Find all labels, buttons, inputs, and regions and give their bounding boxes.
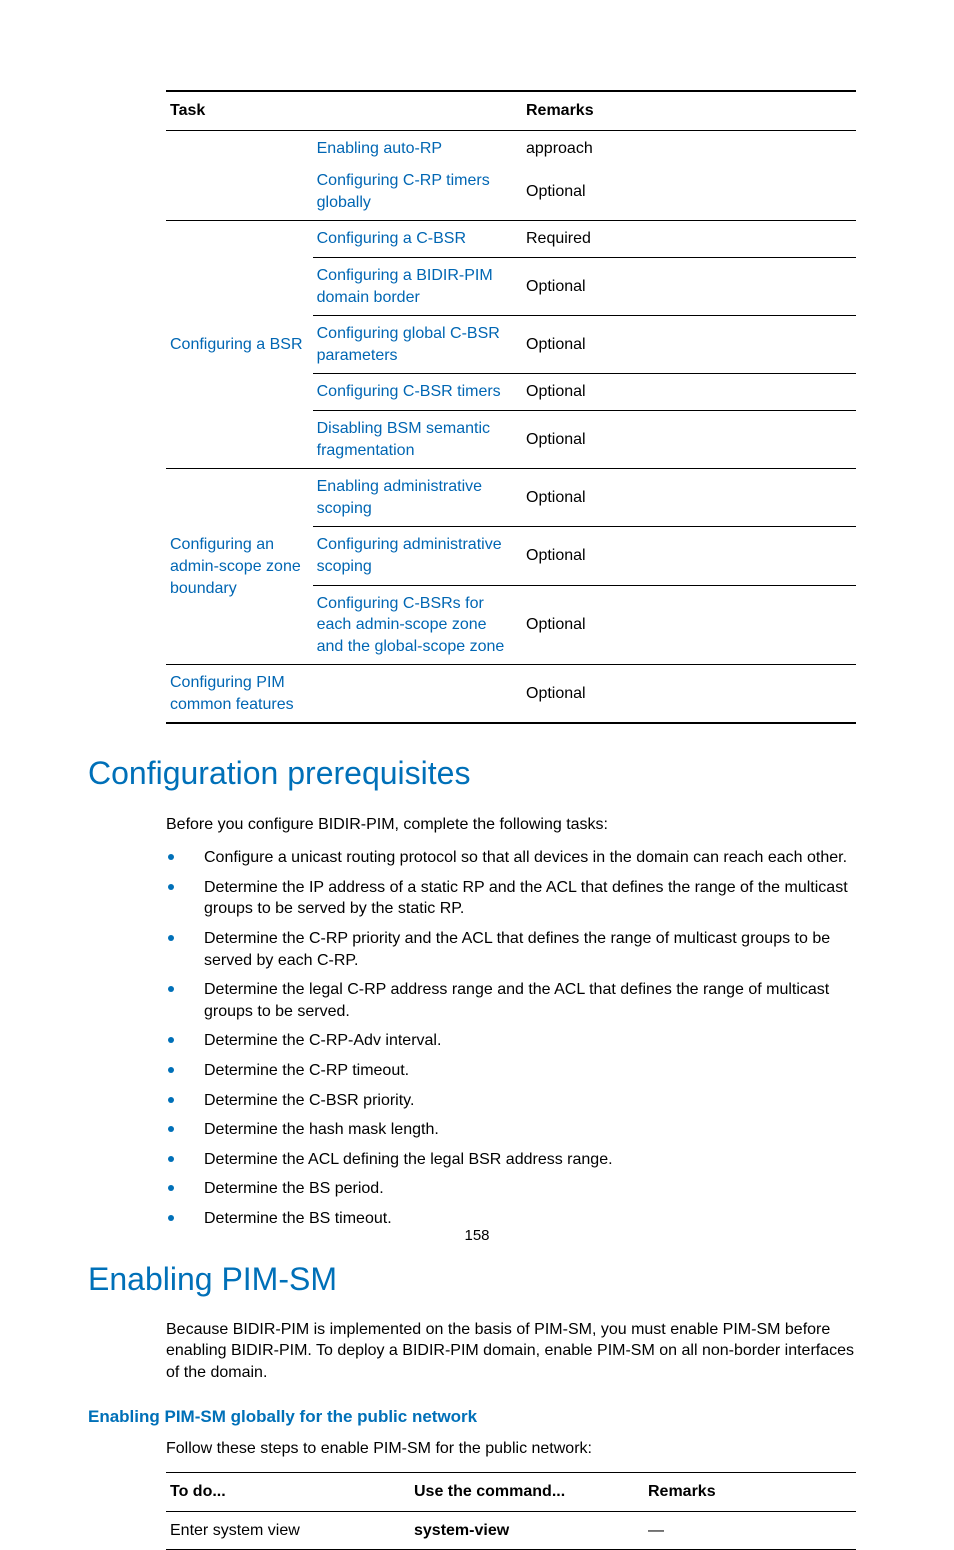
doc-link[interactable]: Configuring PIM common features [170,674,294,713]
table-cell [313,665,522,724]
doc-link[interactable]: Configuring C-RP timers globally [317,172,490,211]
table-cell [166,163,313,221]
list-item: Determine the IP address of a static RP … [166,877,866,920]
page-number: 158 [0,1226,954,1246]
table-cell[interactable]: Configuring C-BSRs for each admin-scope … [313,585,522,665]
doc-link[interactable]: Configuring an admin-scope zone boundary [170,536,301,596]
list-item: Determine the legal C-RP address range a… [166,979,866,1022]
header-command: Use the command... [410,1473,644,1512]
doc-link[interactable]: Configuring C-BSRs for each admin-scope … [317,595,505,655]
table-row: Configuring C-RP timers globally Optional [166,163,856,221]
doc-link[interactable]: Configuring a C-BSR [317,230,466,247]
command-table: To do... Use the command... Remarks Ente… [166,1472,856,1550]
table-row: Configuring a BSRConfiguring a C-BSRRequ… [166,221,856,258]
table-cell: Optional [522,316,856,374]
table-cell: Optional [522,257,856,315]
table-cell: — [644,1511,856,1550]
table-cell[interactable]: Configuring administrative scoping [313,527,522,585]
task-remarks-table: Task Remarks Enabling auto-RPapproachCon… [166,90,856,724]
table-row: Enabling auto-RP approach [166,130,856,163]
table-cell[interactable]: Configuring a BIDIR-PIM domain border [313,257,522,315]
table-cell [166,130,313,163]
table-row: Enter system viewsystem-view— [166,1511,856,1550]
list-item: Determine the BS period. [166,1178,866,1200]
intro-text: Before you configure BIDIR-PIM, complete… [166,814,866,836]
header-task: Task [166,91,522,130]
table-cell[interactable]: Configuring a BSR [166,221,313,469]
table-cell: Required [522,221,856,258]
table-cell[interactable]: Configuring PIM common features [166,665,313,724]
table-cell: Optional [522,410,856,468]
table-header-row: To do... Use the command... Remarks [166,1473,856,1512]
table-cell: Optional [522,585,856,665]
header-todo: To do... [166,1473,410,1512]
heading-enabling-pimsm: Enabling PIM-SM [88,1258,866,1301]
prereq-list: Configure a unicast routing protocol so … [166,847,866,1229]
table-cell[interactable]: Configuring C-BSR timers [313,374,522,411]
table-cell: Optional [522,374,856,411]
list-item: Determine the C-RP timeout. [166,1060,866,1082]
para-pimsm: Because BIDIR-PIM is implemented on the … [166,1319,866,1384]
table-cell: approach [522,130,856,163]
list-item: Determine the C-RP priority and the ACL … [166,928,866,971]
table-header-row: Task Remarks [166,91,856,130]
heading-config-prereq: Configuration prerequisites [88,752,866,795]
list-item: Determine the C-BSR priority. [166,1090,866,1112]
doc-link[interactable]: Enabling administrative scoping [317,478,482,517]
table-cell: Optional [522,527,856,585]
doc-link[interactable]: Configuring administrative scoping [317,536,502,575]
table-cell: Optional [522,665,856,724]
table-cell[interactable]: Enabling administrative scoping [313,469,522,527]
table-cell[interactable]: Enabling auto-RP [313,130,522,163]
table-cell[interactable]: Configuring C-RP timers globally [313,163,522,221]
list-item: Determine the C-RP-Adv interval. [166,1030,866,1052]
table-cell: system-view [410,1511,644,1550]
doc-link[interactable]: Configuring a BSR [170,336,303,353]
header-remarks: Remarks [522,91,856,130]
subheading-pimsm-public: Enabling PIM-SM globally for the public … [88,1406,866,1429]
table-cell[interactable]: Disabling BSM semantic fragmentation [313,410,522,468]
doc-link[interactable]: Configuring a BIDIR-PIM domain border [317,267,493,306]
table-cell: Optional [522,469,856,527]
table-cell: Enter system view [166,1511,410,1550]
list-item: Determine the hash mask length. [166,1119,866,1141]
table-row: Configuring an admin-scope zone boundary… [166,469,856,527]
table-row: Configuring PIM common features Optional [166,665,856,724]
header-remarks: Remarks [644,1473,856,1512]
doc-link[interactable]: Configuring global C-BSR parameters [317,325,500,364]
table-cell: Optional [522,163,856,221]
table-cell[interactable]: Configuring global C-BSR parameters [313,316,522,374]
table-cell[interactable]: Configuring an admin-scope zone boundary [166,469,313,665]
doc-link[interactable]: Enabling auto-RP [317,140,442,157]
doc-link[interactable]: Configuring C-BSR timers [317,383,501,400]
list-item: Configure a unicast routing protocol so … [166,847,866,869]
list-item: Determine the ACL defining the legal BSR… [166,1149,866,1171]
table-cell[interactable]: Configuring a C-BSR [313,221,522,258]
intro-table2: Follow these steps to enable PIM-SM for … [166,1438,866,1460]
doc-link[interactable]: Disabling BSM semantic fragmentation [317,420,490,459]
